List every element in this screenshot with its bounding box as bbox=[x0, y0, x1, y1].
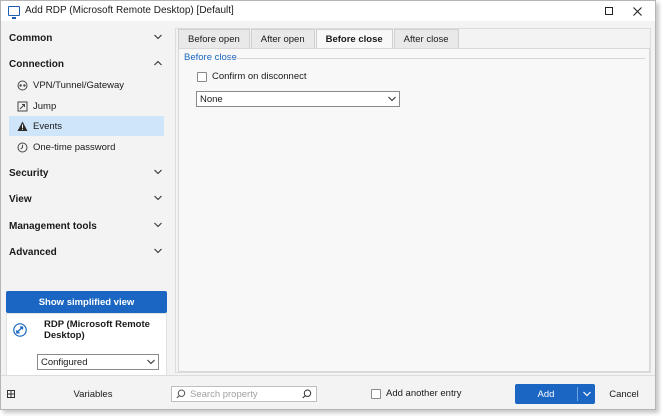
vpn-icon bbox=[17, 80, 28, 91]
sidebar-item-vpn-tunnel-gateway[interactable]: VPN/Tunnel/Gateway bbox=[9, 75, 164, 95]
checkbox-box[interactable] bbox=[197, 71, 207, 82]
group-divider bbox=[229, 58, 645, 59]
section-label: Management tools bbox=[9, 220, 97, 232]
search-property-box bbox=[171, 386, 317, 402]
sidebar-section-management-tools[interactable]: Management tools bbox=[9, 216, 163, 236]
sidebar: Common Connection VPN/Tunnel/Gateway Jum… bbox=[1, 21, 173, 384]
jump-icon bbox=[17, 101, 28, 112]
clock-icon bbox=[17, 142, 28, 153]
sidebar-item-jump[interactable]: Jump bbox=[9, 96, 164, 116]
tab-content: Before close Confirm on disconnect None bbox=[178, 48, 650, 372]
select-value: None bbox=[200, 93, 223, 105]
sidebar-item-label: VPN/Tunnel/Gateway bbox=[33, 79, 124, 91]
chevron-down-icon bbox=[154, 34, 162, 41]
sidebar-section-advanced[interactable]: Advanced bbox=[9, 242, 163, 262]
footer-bar: Variables Add another entry Add Cancel bbox=[1, 375, 655, 409]
window-title: Add RDP (Microsoft Remote Desktop) [Defa… bbox=[25, 5, 234, 16]
dialog-window: Add RDP (Microsoft Remote Desktop) [Defa… bbox=[0, 0, 656, 410]
chevron-down-icon bbox=[154, 169, 162, 176]
sidebar-item-events[interactable]: Events bbox=[9, 116, 164, 136]
maximize-button[interactable] bbox=[595, 1, 623, 21]
sidebar-section-view[interactable]: View bbox=[9, 189, 163, 209]
maximize-icon bbox=[605, 7, 613, 15]
search-go-icon[interactable] bbox=[302, 389, 312, 399]
warning-icon bbox=[17, 121, 28, 132]
chevron-up-icon bbox=[154, 60, 162, 67]
add-button-label: Add bbox=[537, 388, 555, 400]
sidebar-section-security[interactable]: Security bbox=[9, 163, 163, 183]
show-simplified-view-button[interactable]: Show simplified view bbox=[6, 291, 167, 313]
checkbox-label: Add another entry bbox=[386, 388, 462, 399]
entry-status-select[interactable]: Configured bbox=[37, 354, 159, 370]
grid-icon[interactable] bbox=[7, 390, 15, 398]
sidebar-item-label: Jump bbox=[33, 100, 57, 112]
add-button[interactable]: Add bbox=[515, 384, 595, 404]
title-bar: Add RDP (Microsoft Remote Desktop) [Defa… bbox=[1, 1, 655, 21]
cancel-button[interactable]: Cancel bbox=[599, 384, 649, 404]
entry-name: RDP (Microsoft Remote Desktop) bbox=[44, 319, 150, 341]
search-property-input[interactable] bbox=[190, 388, 300, 400]
chevron-down-icon bbox=[154, 248, 162, 255]
entry-card: RDP (Microsoft Remote Desktop) Configure… bbox=[6, 313, 167, 384]
main-panel: Before open After open Before close Afte… bbox=[175, 28, 651, 373]
rdp-icon bbox=[13, 323, 27, 337]
variables-button[interactable]: Variables bbox=[21, 386, 165, 402]
sidebar-item-label: Events bbox=[33, 120, 63, 132]
tab-after-open[interactable]: After open bbox=[250, 29, 315, 48]
entry-status-value: Configured bbox=[41, 356, 88, 368]
section-label: Common bbox=[9, 32, 53, 44]
checkbox-label: Confirm on disconnect bbox=[212, 71, 307, 82]
add-dropdown-chevron-icon[interactable] bbox=[578, 391, 595, 397]
checkbox-box[interactable] bbox=[371, 388, 381, 399]
sidebar-item-label: One-time password bbox=[33, 141, 116, 153]
section-label: Security bbox=[9, 167, 49, 179]
before-close-action-select[interactable]: None bbox=[196, 91, 400, 107]
add-another-entry-checkbox[interactable]: Add another entry bbox=[371, 388, 462, 399]
tab-before-open[interactable]: Before open bbox=[178, 29, 250, 48]
section-label: Connection bbox=[9, 58, 64, 70]
tab-after-close[interactable]: After close bbox=[393, 29, 459, 48]
chevron-down-icon bbox=[154, 222, 162, 229]
tab-before-close[interactable]: Before close bbox=[315, 29, 393, 49]
sidebar-section-connection[interactable]: Connection bbox=[9, 54, 163, 74]
rdp-window-icon bbox=[8, 6, 20, 19]
sidebar-item-one-time-password[interactable]: One-time password bbox=[9, 137, 164, 157]
section-label: Advanced bbox=[9, 246, 57, 258]
close-button[interactable] bbox=[623, 1, 651, 21]
search-icon bbox=[176, 389, 186, 399]
chevron-down-icon bbox=[147, 359, 155, 366]
confirm-on-disconnect-checkbox[interactable]: Confirm on disconnect bbox=[197, 71, 307, 82]
chevron-down-icon bbox=[388, 96, 396, 103]
close-icon bbox=[632, 6, 642, 16]
chevron-down-icon bbox=[154, 195, 162, 202]
sidebar-section-common[interactable]: Common bbox=[9, 28, 163, 48]
event-tabs: Before open After open Before close Afte… bbox=[178, 29, 460, 49]
section-label: View bbox=[9, 193, 32, 205]
